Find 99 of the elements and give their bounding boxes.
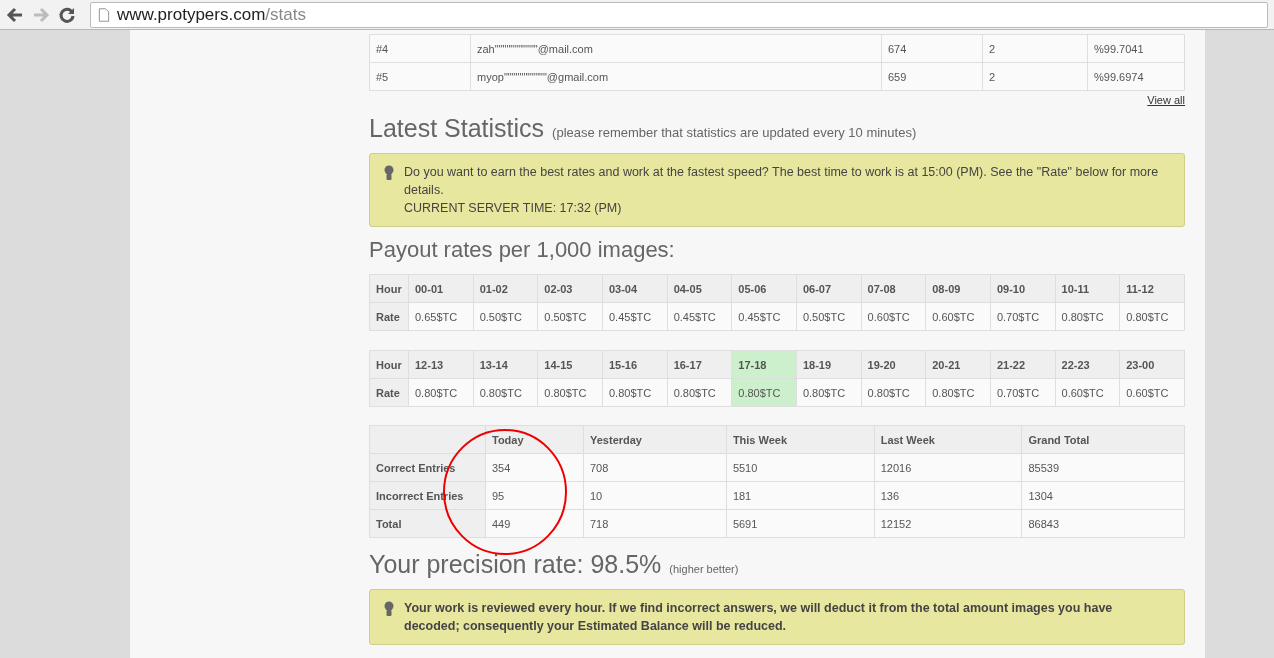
section-subtitle: (please remember that statistics are updated every 10 minutes) — [552, 125, 917, 140]
table-cell: 2 — [982, 34, 1088, 63]
alert-text: Your work is reviewed every hour. If we find incorrect answers, we will deduct it from the total amount images you have decoded; consequently your Estimated Balance will be reduced. — [404, 600, 1114, 635]
row-header: Rate — [369, 302, 409, 331]
table-cell: 95 — [485, 481, 584, 510]
table-cell: 718 — [583, 509, 727, 538]
column-header: Today — [485, 425, 584, 454]
table-cell: #5 — [369, 62, 471, 91]
rate-cell: 0.65$TC — [408, 302, 474, 331]
table-cell: 5510 — [726, 453, 875, 482]
view-all-link[interactable]: View all — [1147, 94, 1185, 106]
lightbulb-icon — [384, 165, 394, 181]
rate-cell: 0.60$TC — [925, 302, 991, 331]
rate-cell: 0.50$TC — [473, 302, 538, 331]
table-cell: %99.7041 — [1087, 34, 1185, 63]
hour-cell: 19-20 — [861, 350, 926, 379]
hour-cell: 20-21 — [925, 350, 991, 379]
hour-cell: 08-09 — [925, 274, 991, 303]
hour-cell: 22-23 — [1055, 350, 1120, 379]
rate-cell: 0.80$TC — [861, 378, 926, 407]
rate-cell: 0.45$TC — [731, 302, 797, 331]
rate-cell: 0.45$TC — [602, 302, 668, 331]
rate-cell: 0.80$TC — [473, 378, 538, 407]
table-cell: 449 — [485, 509, 584, 538]
hour-cell: 17-18 — [731, 350, 797, 379]
table-cell: zah"""""""""""@mail.com — [470, 34, 882, 63]
table-cell: 708 — [583, 453, 727, 482]
rate-cell: 0.80$TC — [537, 378, 603, 407]
hour-cell: 15-16 — [602, 350, 668, 379]
table-cell: 674 — [881, 34, 983, 63]
hour-cell: 09-10 — [990, 274, 1056, 303]
column-header: Grand Total — [1021, 425, 1185, 454]
table-cell: 1304 — [1021, 481, 1185, 510]
rate-cell: 0.80$TC — [1055, 302, 1120, 331]
hour-cell: 01-02 — [473, 274, 538, 303]
hour-cell: 13-14 — [473, 350, 538, 379]
table-cell: 5691 — [726, 509, 875, 538]
table-cell: 354 — [485, 453, 584, 482]
rate-cell: 0.70$TC — [990, 378, 1056, 407]
table-cell: #4 — [369, 34, 471, 63]
rate-cell: 0.45$TC — [667, 302, 732, 331]
rate-cell: 0.50$TC — [796, 302, 862, 331]
hour-cell: 04-05 — [667, 274, 732, 303]
table-cell: 136 — [874, 481, 1022, 510]
column-header: Yesterday — [583, 425, 727, 454]
hour-cell: 05-06 — [731, 274, 797, 303]
lightbulb-icon — [384, 601, 394, 617]
table-cell: 2 — [982, 62, 1088, 91]
hour-cell: 03-04 — [602, 274, 668, 303]
table-cell: 181 — [726, 481, 875, 510]
back-arrow-icon[interactable] — [6, 5, 24, 24]
page-icon — [97, 6, 111, 23]
hour-cell: 21-22 — [990, 350, 1056, 379]
rate-cell: 0.80$TC — [408, 378, 474, 407]
rate-cell: 0.80$TC — [1119, 302, 1185, 331]
row-header: Rate — [369, 378, 409, 407]
alert-text: Do you want to earn the best rates and work at the fastest speed? The best time to work is at 15:00 (PM). See the "Rate" below for more details. — [404, 164, 1160, 199]
hour-cell: 10-11 — [1055, 274, 1120, 303]
rate-cell: 0.80$TC — [925, 378, 991, 407]
hour-cell: 23-00 — [1119, 350, 1185, 379]
table-cell: 10 — [583, 481, 727, 510]
row-header: Hour — [369, 274, 409, 303]
alert-text: CURRENT SERVER TIME: 17:32 (PM) — [404, 200, 623, 217]
rate-cell: 0.60$TC — [861, 302, 926, 331]
table-cell: 86843 — [1021, 509, 1185, 538]
table-cell: %99.6974 — [1087, 62, 1185, 91]
url-text: www.protypers.com/stats — [117, 4, 306, 25]
rate-cell: 0.70$TC — [990, 302, 1056, 331]
rate-cell: 0.80$TC — [667, 378, 732, 407]
column-header: Last Week — [874, 425, 1022, 454]
hour-cell: 07-08 — [861, 274, 926, 303]
rate-cell: 0.80$TC — [796, 378, 862, 407]
address-bar[interactable]: www.protypers.com/stats — [90, 1, 1268, 28]
rate-cell: 0.80$TC — [731, 378, 797, 407]
hour-cell: 11-12 — [1119, 274, 1185, 303]
hour-cell: 12-13 — [408, 350, 474, 379]
hour-cell: 06-07 — [796, 274, 862, 303]
hour-cell: 14-15 — [537, 350, 603, 379]
hour-cell: 02-03 — [537, 274, 603, 303]
hour-cell: 00-01 — [408, 274, 474, 303]
section-title: Payout rates per 1,000 images: — [369, 237, 675, 263]
table-cell: 12016 — [874, 453, 1022, 482]
table-cell: 85539 — [1021, 453, 1185, 482]
table-cell: myop"""""""""""@gmail.com — [470, 62, 882, 91]
section-title: Latest Statistics — [369, 114, 545, 143]
table-cell: 12152 — [874, 509, 1022, 538]
hour-cell: 18-19 — [796, 350, 862, 379]
reload-icon[interactable] — [58, 5, 76, 24]
row-header: Total — [369, 509, 486, 538]
rate-cell: 0.60$TC — [1055, 378, 1120, 407]
precision-note: (higher better) — [669, 563, 739, 575]
precision-rate: Your precision rate: 98.5% — [369, 550, 662, 579]
row-header: Hour — [369, 350, 409, 379]
column-header: This Week — [726, 425, 875, 454]
rate-cell: 0.80$TC — [602, 378, 668, 407]
rate-cell: 0.60$TC — [1119, 378, 1185, 407]
hour-cell: 16-17 — [667, 350, 732, 379]
rate-cell: 0.50$TC — [537, 302, 603, 331]
table-cell: 659 — [881, 62, 983, 91]
